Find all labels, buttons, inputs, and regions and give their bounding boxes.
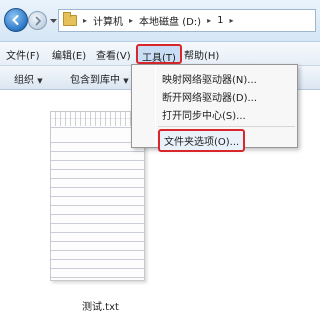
chevron-right-icon[interactable]: ▸ <box>83 16 87 25</box>
menu-gutter <box>155 67 156 145</box>
tools-menu: 映射网络驱动器(N)... 断开网络驱动器(D)... 打开同步中心(S)...… <box>131 64 298 152</box>
forward-arrow-icon <box>35 16 41 25</box>
dropdown-caret-icon: ▼ <box>123 77 129 85</box>
chevron-right-icon[interactable]: ▸ <box>129 16 133 25</box>
dropdown-caret-icon <box>49 18 57 23</box>
breadcrumb-folder-1[interactable]: 1 <box>217 15 223 26</box>
menu-item-folder-options[interactable]: 文件夹选项(O)... <box>158 129 246 152</box>
back-arrow-icon <box>12 15 19 25</box>
organize-label: 组织 <box>14 75 34 86</box>
menu-file[interactable]: 文件(F) <box>6 47 40 62</box>
menu-view[interactable]: 查看(V) <box>96 47 131 62</box>
recent-pages-button[interactable] <box>49 17 57 25</box>
menu-item-map-network-drive[interactable]: 映射网络驱动器(N)... <box>162 71 257 86</box>
file-name-label[interactable]: 测试.txt <box>82 298 119 313</box>
chevron-right-icon[interactable]: ▸ <box>207 16 211 25</box>
menu-help[interactable]: 帮助(H) <box>184 47 219 62</box>
menu-bar: 文件(F) 编辑(E) 查看(V) 工具(T) 帮助(H) <box>0 42 320 66</box>
breadcrumb-computer[interactable]: 计算机 <box>93 13 123 28</box>
dropdown-caret-icon: ▼ <box>37 77 43 85</box>
breadcrumb-drive-d[interactable]: 本地磁盘 (D:) <box>139 13 201 28</box>
forward-button[interactable] <box>28 11 47 30</box>
back-button[interactable] <box>4 8 28 32</box>
menu-edit[interactable]: 编辑(E) <box>52 47 86 62</box>
address-strip: ▸ 计算机 ▸ 本地磁盘 (D:) ▸ 1 ▸ <box>0 0 320 42</box>
menu-item-open-sync-center[interactable]: 打开同步中心(S)... <box>162 107 246 122</box>
include-in-library-button[interactable]: 包含到库中 ▼ <box>70 71 129 86</box>
menu-separator <box>158 126 295 127</box>
organize-button[interactable]: 组织 ▼ <box>14 71 43 86</box>
include-in-library-label: 包含到库中 <box>70 75 120 86</box>
menu-tools[interactable]: 工具(T) <box>136 44 182 64</box>
folder-icon <box>63 12 77 26</box>
chevron-right-icon[interactable]: ▸ <box>229 16 233 25</box>
menu-item-disconnect-network-drive[interactable]: 断开网络驱动器(D)... <box>162 89 257 104</box>
address-bar[interactable]: ▸ 计算机 ▸ 本地磁盘 (D:) ▸ 1 ▸ <box>58 9 316 32</box>
